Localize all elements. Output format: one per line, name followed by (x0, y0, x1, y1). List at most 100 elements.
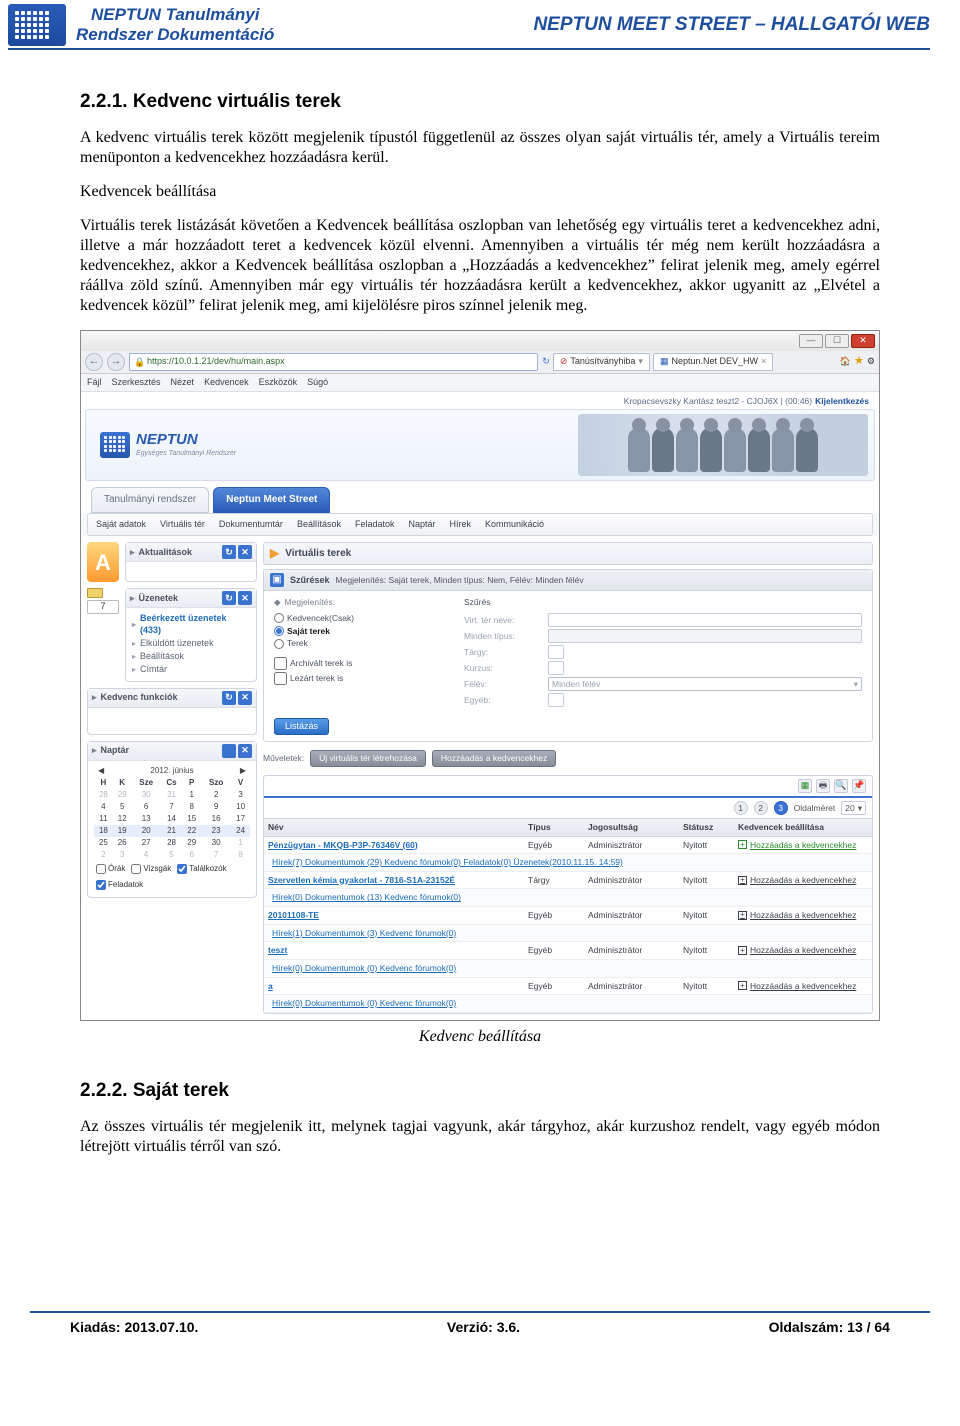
add-favorite-link[interactable]: +Hozzáadás a kedvencekhez (738, 910, 868, 921)
pin-icon[interactable]: 📌 (852, 779, 866, 793)
page-2[interactable]: 2 (754, 801, 768, 815)
table-row-sub: Hírek(0) Dokumentumok (0) Kedvenc fórumo… (264, 995, 872, 1013)
add-favorite-link[interactable]: +Hozzáadás a kedvencekhez (738, 945, 868, 956)
panel-close-icon[interactable]: ✕ (238, 545, 252, 559)
radio-sajat-terek[interactable] (274, 626, 284, 636)
check-lezart[interactable] (274, 672, 287, 685)
panel-aktualitasok[interactable]: Aktualitások (139, 547, 193, 558)
footer-oldalszam: Oldalszám: 13 / 64 (769, 1319, 890, 1335)
cal-check-0[interactable]: Órák (96, 864, 125, 874)
col-statusz[interactable]: Státusz (679, 819, 734, 836)
col-tipus[interactable]: Típus (524, 819, 584, 836)
listazas-button[interactable]: Listázás (274, 718, 329, 735)
collapse-icon[interactable]: ▣ (270, 573, 284, 587)
window-close-button[interactable]: ✕ (851, 334, 875, 348)
page-footer: Kiadás: 2013.07.10. Verzió: 3.6. Oldalsz… (0, 1315, 960, 1365)
check-kurzus[interactable] (548, 661, 564, 675)
vt-name-link[interactable]: Pénzügytan - MKQB-P3P-76346V (60) (268, 840, 418, 850)
vt-name-link[interactable]: Szervetlen kémia gyakorlat - 7816-S1A-23… (268, 875, 455, 885)
paragraph: Az összes virtuális tér megjelenik itt, … (80, 1117, 880, 1157)
table-row: Pénzügytan - MKQB-P3P-76346V (60)EgyébAd… (264, 837, 872, 855)
add-favorite-link[interactable]: +Hozzáadás a kedvencekhez (738, 840, 868, 851)
radio-kedvencek[interactable] (274, 613, 284, 623)
print-icon[interactable]: 🖶 (816, 779, 830, 793)
table-row: Szervetlen kémia gyakorlat - 7816-S1A-23… (264, 872, 872, 890)
col-nev[interactable]: Név (264, 819, 524, 836)
nav-back-button[interactable]: ← (85, 353, 103, 371)
main-nav-bar[interactable]: Saját adatok Virtuális tér Dokumentumtár… (87, 513, 873, 536)
table-row-sub: Hírek(0) Dokumentumok (0) Kedvenc fórumo… (264, 960, 872, 978)
browser-menu-bar[interactable]: Fájl Szerkesztés Nézet Kedvencek Eszközö… (81, 374, 879, 392)
panel-naptar[interactable]: Naptár (101, 745, 130, 756)
cert-warning-tab[interactable]: ⊘Tanúsítványhiba▾ (553, 353, 650, 371)
window-minimize-button[interactable]: — (799, 334, 823, 348)
neptun-brand: NEPTUN Egységes Tanulmányi Rendszer (100, 431, 236, 459)
home-icon[interactable]: 🏠 (840, 356, 851, 367)
table-row-sub: Hírek(1) Dokumentumok (3) Kedvenc fórumo… (264, 925, 872, 943)
vt-name-link[interactable]: 20101108-TE (268, 910, 319, 920)
table-row: aEgyébAdminisztrátorNyitott+Hozzáadás a … (264, 978, 872, 996)
cal-next-icon[interactable]: ▶ (240, 766, 246, 776)
radio-terek[interactable] (274, 639, 284, 649)
sidebar-message-item[interactable]: ▸Beérkezett üzenetek (433) (132, 612, 250, 637)
table-row-sub: Hírek(7) Dokumentumok (29) Kedvenc fórum… (264, 854, 872, 872)
footer-rule (30, 1311, 930, 1313)
gear-icon[interactable]: ⚙ (867, 356, 875, 367)
sidebar-message-item[interactable]: ▸Beállítások (132, 650, 250, 663)
section-heading-2-2-1: 2.2.1. Kedvenc virtuális terek (80, 90, 880, 114)
tab-tanulmanyi-rendszer[interactable]: Tanulmányi rendszer (91, 487, 209, 514)
col-kedvencek[interactable]: Kedvencek beállítása (734, 819, 872, 836)
cal-check-1[interactable]: Vizsgák (131, 864, 171, 874)
page-1[interactable]: 1 (734, 801, 748, 815)
input-vt-neve[interactable] (548, 613, 862, 627)
mail-icon (87, 588, 103, 598)
page-size-select[interactable]: 20▾ (841, 801, 866, 815)
cal-check-3[interactable]: Feladatok (96, 880, 143, 890)
cal-prev-icon[interactable]: ◀ (98, 766, 104, 776)
nav-forward-button[interactable]: → (107, 353, 125, 371)
vt-name-link[interactable]: teszt (268, 945, 287, 955)
subrow-links[interactable]: Hírek(0) Dokumentumok (0) Kedvenc fórumo… (268, 996, 460, 1010)
screenshot-caption: Kedvenc beállítása (80, 1027, 880, 1047)
neptun-favicon-icon: ▦ (660, 356, 669, 367)
logout-link[interactable]: Kijelentkezés (815, 396, 869, 407)
vt-name-link[interactable]: a (268, 981, 273, 991)
subrow-links[interactable]: Hírek(0) Dokumentumok (0) Kedvenc fórumo… (268, 961, 460, 975)
chevron-right-icon[interactable]: ▸ (130, 547, 135, 558)
subrow-links[interactable]: Hírek(0) Dokumentumok (13) Kedvenc fórum… (268, 890, 465, 904)
browser-tab[interactable]: ▦Neptun.Net DEV_HW × (653, 353, 773, 371)
new-vt-button[interactable]: Új virtuális tér létrehozása (310, 750, 426, 767)
table-row-sub: Hírek(0) Dokumentumok (13) Kedvenc fórum… (264, 889, 872, 907)
tab-neptun-meet-street[interactable]: Neptun Meet Street (213, 487, 330, 514)
address-bar[interactable]: 🔒 https://10.0.1.21/dev/hu/main.aspx (129, 353, 538, 371)
sidebar-message-item[interactable]: ▸Elküldött üzenetek (132, 637, 250, 650)
subrow-links[interactable]: Hírek(1) Dokumentumok (3) Kedvenc fórumo… (268, 926, 460, 940)
panel-kedvenc-funkciok[interactable]: Kedvenc funkciók (101, 692, 178, 703)
caret-icon: ◆ (274, 597, 281, 608)
add-to-favorites-button[interactable]: Hozzáadás a kedvencekhez (432, 750, 556, 767)
section-heading-2-2-2: 2.2.2. Saját terek (80, 1079, 880, 1103)
window-maximize-button[interactable]: ☐ (825, 334, 849, 348)
search-icon[interactable]: 🔍 (834, 779, 848, 793)
select-felev[interactable]: Minden félév▾ (548, 677, 862, 691)
table-row: 20101108-TEEgyébAdminisztrátorNyitott+Ho… (264, 907, 872, 925)
favorites-icon[interactable]: ★ (854, 355, 864, 369)
subrow-links[interactable]: Hírek(7) Dokumentumok (29) Kedvenc fórum… (268, 855, 627, 869)
export-xls-icon[interactable]: ▦ (798, 779, 812, 793)
user-info-bar: Kropacsevszky Kantász teszt2 - CJOJ6X | … (85, 396, 875, 409)
add-favorite-link[interactable]: +Hozzáadás a kedvencekhez (738, 875, 868, 886)
check-targy[interactable] (548, 645, 564, 659)
add-favorite-link[interactable]: +Hozzáadás a kedvencekhez (738, 981, 868, 992)
panel-refresh-icon[interactable]: ↻ (222, 545, 236, 559)
page-3[interactable]: 3 (774, 801, 788, 815)
col-jogosultsag[interactable]: Jogosultság (584, 819, 679, 836)
cal-check-2[interactable]: Találkozók (177, 864, 226, 874)
lock-icon: 🔒 (134, 357, 144, 367)
sidebar-message-item[interactable]: ▸Címtár (132, 663, 250, 676)
check-archivalt[interactable] (274, 657, 287, 670)
panel-uzenetek[interactable]: Üzenetek (139, 593, 179, 604)
check-egyeb[interactable] (548, 693, 564, 707)
calendar[interactable]: HKSzeCsPSzoV 282930311234567891011121314… (94, 777, 250, 861)
refresh-icon[interactable]: ↻ (542, 356, 550, 367)
paragraph: A kedvenc virtuális terek között megjele… (80, 128, 880, 168)
